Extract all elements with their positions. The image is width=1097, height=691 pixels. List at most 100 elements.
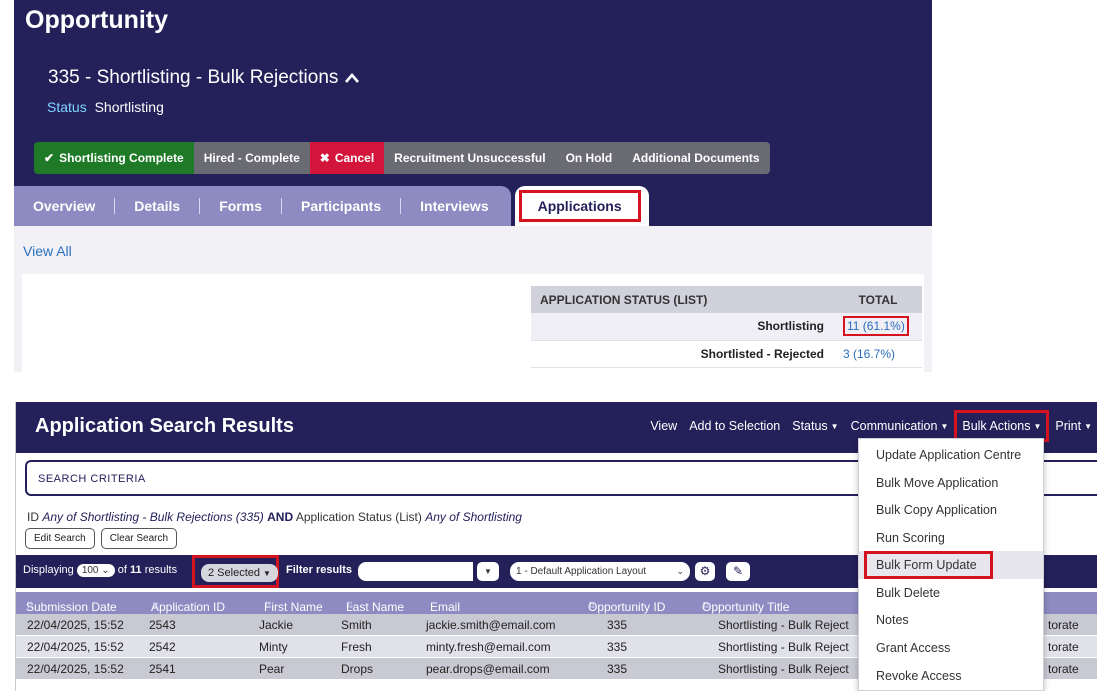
cell-last-name: Drops [341,662,374,676]
edit-layout-button[interactable]: ✎ [726,562,750,581]
filter-dropdown-button[interactable]: ▼ [477,562,499,581]
menu-add-to-selection-label: Add to Selection [689,419,781,433]
clear-search-button[interactable]: Clear Search [100,528,178,549]
cancel-label: Cancel [334,151,375,165]
tab-applications[interactable]: Applications [514,186,649,226]
application-status-table: APPLICATION STATUS (LIST) TOTAL Shortlis… [531,286,922,368]
of-label: of [117,564,127,576]
menu-item-bulk-copy-application[interactable]: Bulk Copy Application [859,496,1043,524]
menu-print[interactable]: Print ▼ [1049,419,1097,433]
tab-bar: Overview Details Forms Participants Inte… [14,186,511,226]
selected-dropdown[interactable]: 2 Selected ▼ [201,564,278,582]
menu-status[interactable]: Status ▼ [786,419,844,433]
cell-first-name: Pear [259,662,285,676]
cell-application-id: 2542 [149,640,176,654]
additional-documents-label: Additional Documents [632,151,760,165]
tab-interviews[interactable]: Interviews [401,198,510,214]
cell-opportunity-id: 335 [607,640,628,654]
layout-select[interactable]: 1 - Default Application Layout ⌄ [510,562,690,581]
cell-overflow: torate [1048,618,1079,632]
tab-applications-label: Applications [518,190,641,222]
tab-details[interactable]: Details [115,198,201,214]
menu-item-bulk-delete[interactable]: Bulk Delete [859,579,1043,607]
menu-item-revoke-access[interactable]: Revoke Access [859,662,1043,690]
table-row: Shortlisted - Rejected 3 (16.7%) [531,340,922,368]
column-label: Submission Date [26,600,117,614]
check-icon: ✔ [44,151,55,165]
menu-bulk-actions-label: Bulk Actions [962,419,1031,433]
caret-down-icon: ▼ [1084,421,1092,431]
page-title: Opportunity [25,6,169,34]
table-header-row: APPLICATION STATUS (LIST) TOTAL [531,286,922,313]
menu-item-bulk-form-update[interactable]: Bulk Form Update [859,551,1043,579]
menu-item-grant-access[interactable]: Grant Access [859,634,1043,662]
column-header-status: APPLICATION STATUS (LIST) [531,286,834,313]
search-buttons: Edit Search Clear Search [25,528,178,549]
cell-email: pear.drops@email.com [426,662,550,676]
tab-forms[interactable]: Forms [200,198,282,214]
cell-overflow: torate [1048,662,1079,676]
cell-first-name: Minty [259,640,288,654]
filter-results-input[interactable] [358,562,473,581]
cell-last-name: Smith [341,618,372,632]
menu-item-update-application-centre[interactable]: Update Application Centre [859,441,1043,469]
sort-desc-icon: ▼ [151,600,160,610]
menu-item-notes[interactable]: Notes [859,606,1043,634]
column-label: Email [430,600,461,614]
criteria-and: AND [267,510,294,524]
cell-submission-date: 22/04/2025, 15:52 [27,640,124,654]
on-hold-button[interactable]: On Hold [555,142,623,174]
menu-item-run-scoring[interactable]: Run Scoring [859,524,1043,552]
cell-application-id: 2543 [149,618,176,632]
page: Opportunity 335 - Shortlisting - Bulk Re… [0,0,1097,691]
menu-status-label: Status [792,419,828,433]
menu-view-label: View [650,419,678,433]
opportunity-name: 335 - Shortlisting - Bulk Rejections [48,67,339,88]
caret-down-icon: ▼ [1033,421,1042,431]
menu-add-to-selection[interactable]: Add to Selection [683,419,786,433]
cell-opportunity-title: Shortlisting - Bulk Reject [718,640,849,654]
opportunity-tabs: Overview Details Forms Participants Inte… [14,186,649,226]
opportunity-subtitle[interactable]: 335 - Shortlisting - Bulk Rejections [48,67,360,89]
column-label: Last Name [346,600,405,614]
recruitment-unsuccessful-button[interactable]: Recruitment Unsuccessful [384,142,556,174]
status-cell: Shortlisted - Rejected [531,340,834,368]
cross-icon: ✖ [319,151,330,165]
displaying-label: Displaying [23,564,74,576]
selected-highlight: 2 Selected ▼ [192,555,279,588]
chevron-up-icon[interactable] [344,72,360,84]
criteria-value-1: Shortlisting - Bulk Rejections (335) [79,510,264,524]
filter-results-label: Filter results [286,564,353,576]
page-size-value: 100 [81,565,99,576]
layout-value: 1 - Default Application Layout [516,566,647,577]
total-link[interactable]: 11 (61.1%) [843,316,909,337]
hired-complete-button[interactable]: Hired - Complete [193,142,310,174]
cell-submission-date: 22/04/2025, 15:52 [27,618,124,632]
total-link[interactable]: 3 (16.7%) [843,347,895,361]
edit-search-button[interactable]: Edit Search [25,528,95,549]
layout-settings-button[interactable]: ⚙ [695,562,715,581]
status-label: Status [47,99,87,115]
shortlisting-complete-button[interactable]: ✔ Shortlisting Complete [34,142,194,174]
gear-icon: ⚙ [699,564,711,578]
status-cell: Shortlisting [531,313,834,341]
view-all-link[interactable]: View All [23,243,72,259]
displaying-summary: Displaying 100 ⌄ of 11 results [23,564,177,577]
cell-submission-date: 22/04/2025, 15:52 [27,662,124,676]
additional-documents-button[interactable]: Additional Documents [622,142,770,174]
menu-item-bulk-move-application[interactable]: Bulk Move Application [859,469,1043,497]
chevron-down-icon: ⌄ [101,565,110,576]
cell-opportunity-id: 335 [607,662,628,676]
cell-last-name: Fresh [341,640,372,654]
page-size-select[interactable]: 100 ⌄ [76,564,115,577]
menu-communication[interactable]: Communication ▼ [845,419,955,433]
criteria-operator-2: Any of [425,510,460,524]
cancel-button[interactable]: ✖ Cancel [309,142,385,174]
total-cell: 3 (16.7%) [834,340,922,368]
caret-down-icon: ▼ [484,567,492,576]
criteria-summary: ID Any of Shortlisting - Bulk Rejections… [27,510,522,524]
tab-overview[interactable]: Overview [14,198,116,214]
caret-down-icon: ▼ [830,421,839,431]
tab-participants[interactable]: Participants [282,198,402,214]
menu-view[interactable]: View [644,419,683,433]
